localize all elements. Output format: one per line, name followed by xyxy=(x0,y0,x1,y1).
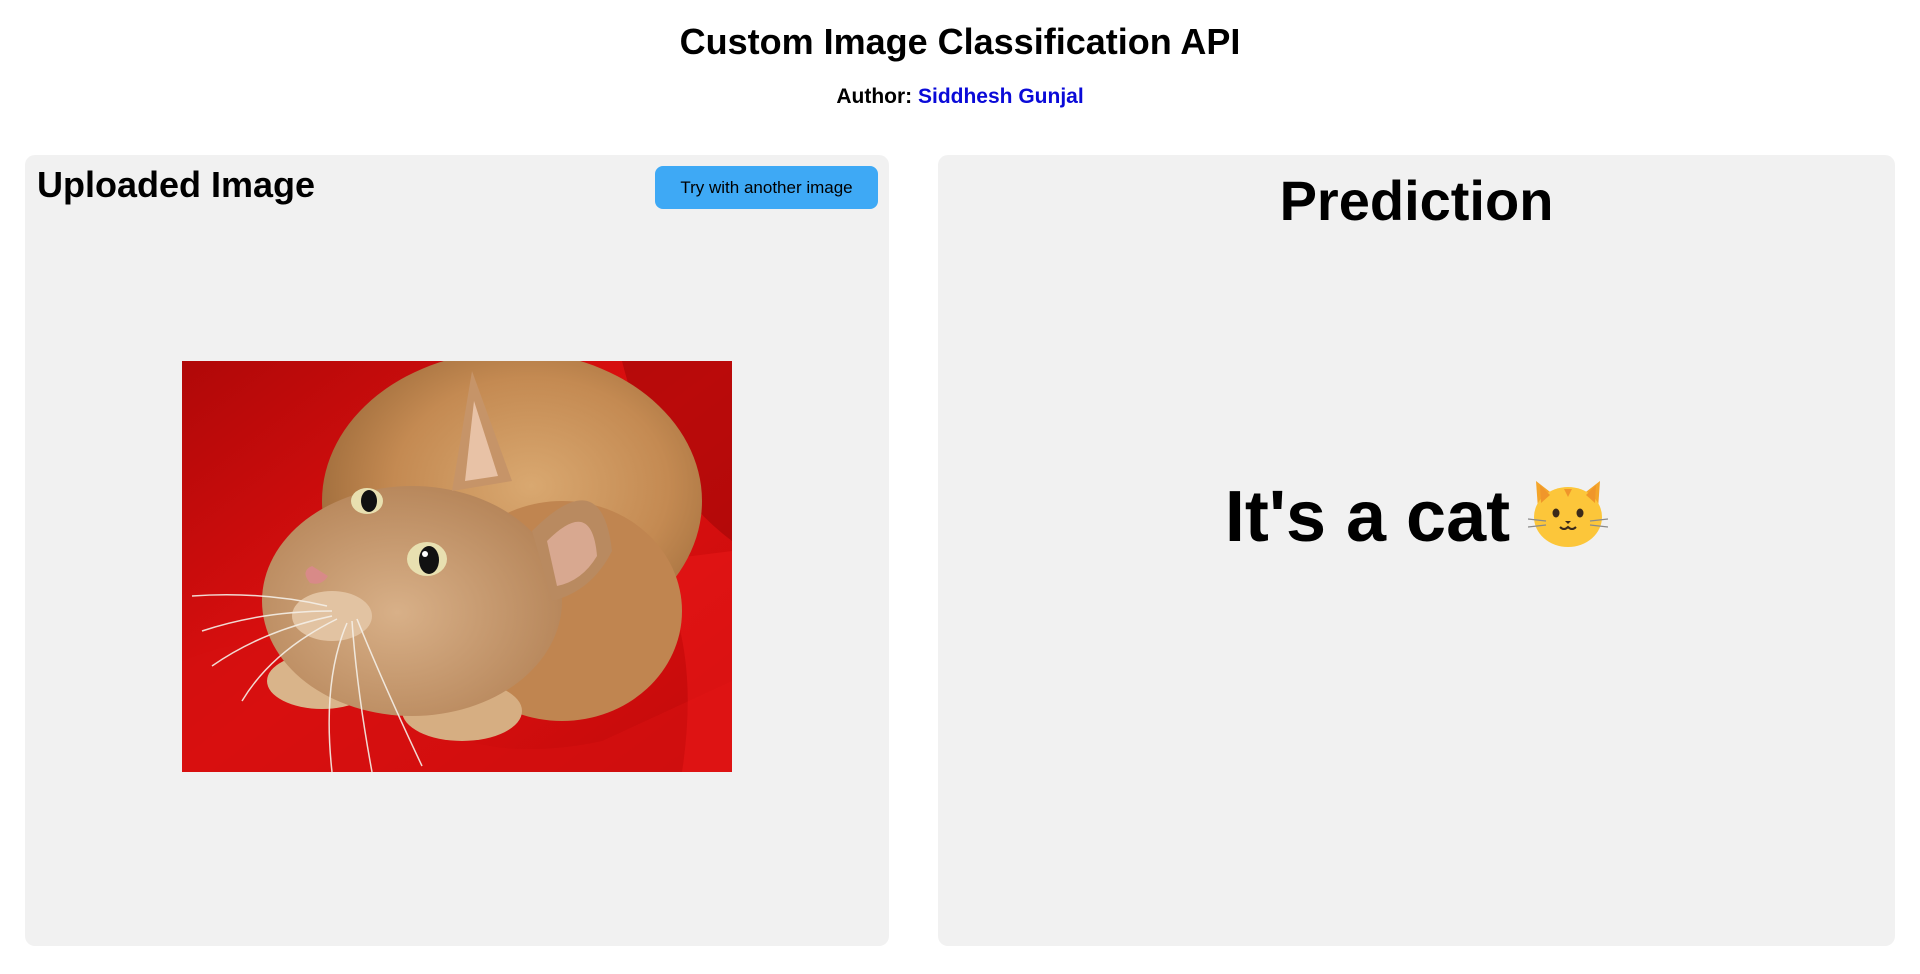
uploaded-cat-image xyxy=(182,361,732,772)
try-another-image-button[interactable]: Try with another image xyxy=(655,166,878,209)
prediction-panel: Prediction It's a cat xyxy=(938,155,1895,946)
cat-face-icon xyxy=(1528,473,1609,569)
uploaded-image-heading: Uploaded Image xyxy=(37,164,316,205)
page: Custom Image Classification API Author: … xyxy=(0,0,1920,974)
uploaded-image-panel: Uploaded Image Try with another image xyxy=(25,155,889,946)
author-line: Author: Siddhesh Gunjal xyxy=(0,84,1920,110)
author-link[interactable]: Siddhesh Gunjal xyxy=(918,85,1084,108)
author-label: Author: xyxy=(836,85,913,108)
prediction-heading: Prediction xyxy=(1279,169,1554,232)
prediction-result: It's a cat xyxy=(938,473,1895,569)
page-title: Custom Image Classification API xyxy=(679,21,1241,62)
prediction-text: It's a cat xyxy=(1224,477,1511,557)
